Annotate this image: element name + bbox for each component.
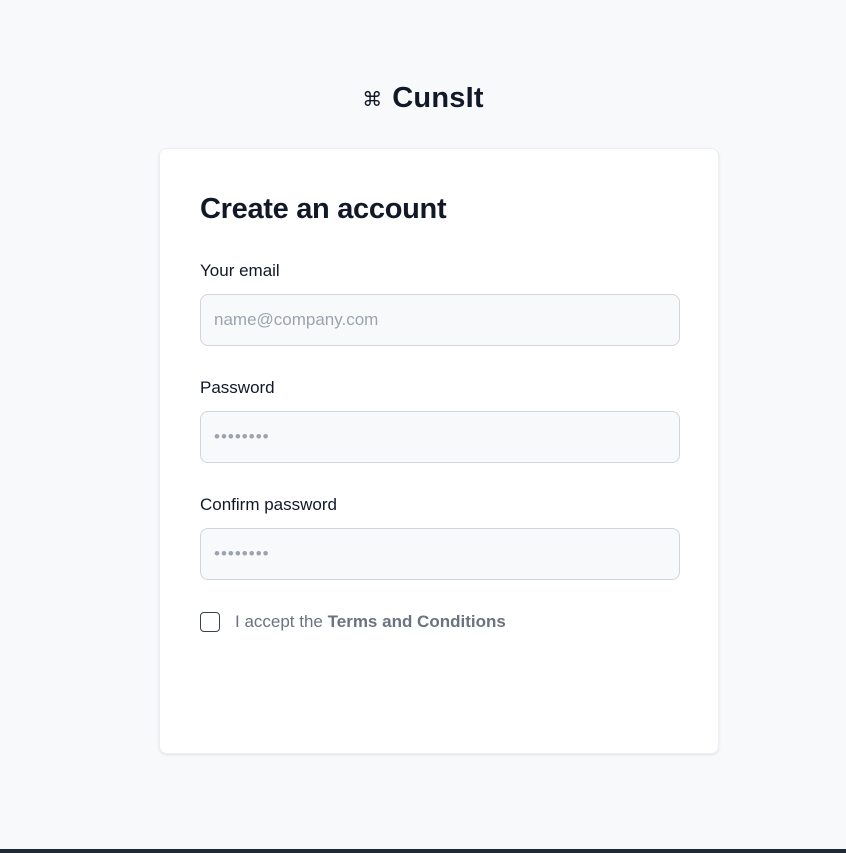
password-label: Password: [200, 378, 275, 397]
brand-name: CunsIt: [392, 82, 484, 114]
terms-row: I accept the Terms and Conditions: [200, 611, 506, 633]
email-input[interactable]: [200, 294, 680, 346]
command-icon: ⌘: [362, 86, 383, 111]
confirm-password-input[interactable]: [200, 528, 680, 580]
email-label: Your email: [200, 261, 280, 280]
password-input[interactable]: [200, 411, 680, 463]
bottom-edge-bar: [0, 849, 846, 853]
terms-text: I accept the Terms and Conditions: [235, 611, 506, 633]
confirm-password-label: Confirm password: [200, 495, 337, 514]
terms-link[interactable]: Terms and Conditions: [328, 612, 506, 631]
form-title: Create an account: [200, 193, 447, 225]
brand-header: ⌘ CunsIt: [0, 80, 846, 116]
terms-prefix: I accept the: [235, 612, 323, 631]
signup-page: ⌘ CunsIt Create an account Your email Pa…: [0, 0, 846, 853]
signup-card: Create an account Your email Password Co…: [159, 148, 719, 754]
terms-checkbox[interactable]: [200, 612, 220, 632]
